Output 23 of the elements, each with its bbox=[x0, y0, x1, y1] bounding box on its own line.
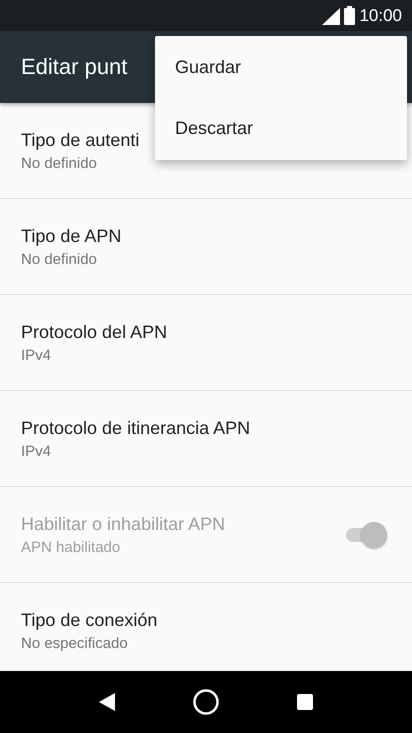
battery-icon bbox=[344, 6, 356, 25]
item-title: Tipo de autenti bbox=[21, 130, 140, 150]
settings-item[interactable]: Protocolo del APN IPv4 bbox=[0, 295, 412, 391]
item-title: Tipo de APN bbox=[21, 226, 122, 246]
settings-item[interactable]: Protocolo de itinerancia APN IPv4 bbox=[0, 391, 412, 487]
item-summary: No definido bbox=[21, 250, 98, 268]
menu-item[interactable]: Guardar bbox=[155, 37, 407, 98]
settings-item[interactable]: Tipo de APN No definido bbox=[0, 199, 412, 295]
screen-title: Editar punt bbox=[21, 54, 128, 80]
status-time: 10:00 bbox=[359, 6, 402, 26]
item-title: Tipo de conexión bbox=[21, 610, 158, 630]
back-icon[interactable] bbox=[99, 693, 115, 711]
signal-icon bbox=[322, 8, 340, 24]
menu-item[interactable]: Descartar bbox=[155, 98, 407, 159]
item-summary: No definido bbox=[21, 154, 98, 172]
home-icon[interactable] bbox=[193, 689, 219, 715]
item-summary: IPv4 bbox=[21, 346, 52, 364]
item-summary: No especificado bbox=[21, 634, 129, 652]
item-title: Protocolo del APN bbox=[21, 322, 168, 342]
item-summary: APN habilitado bbox=[21, 538, 122, 556]
item-title: Habilitar o inhabilitar APN bbox=[21, 514, 226, 534]
item-title: Protocolo de itinerancia APN bbox=[21, 418, 252, 438]
item-summary: IPv4 bbox=[21, 442, 52, 460]
